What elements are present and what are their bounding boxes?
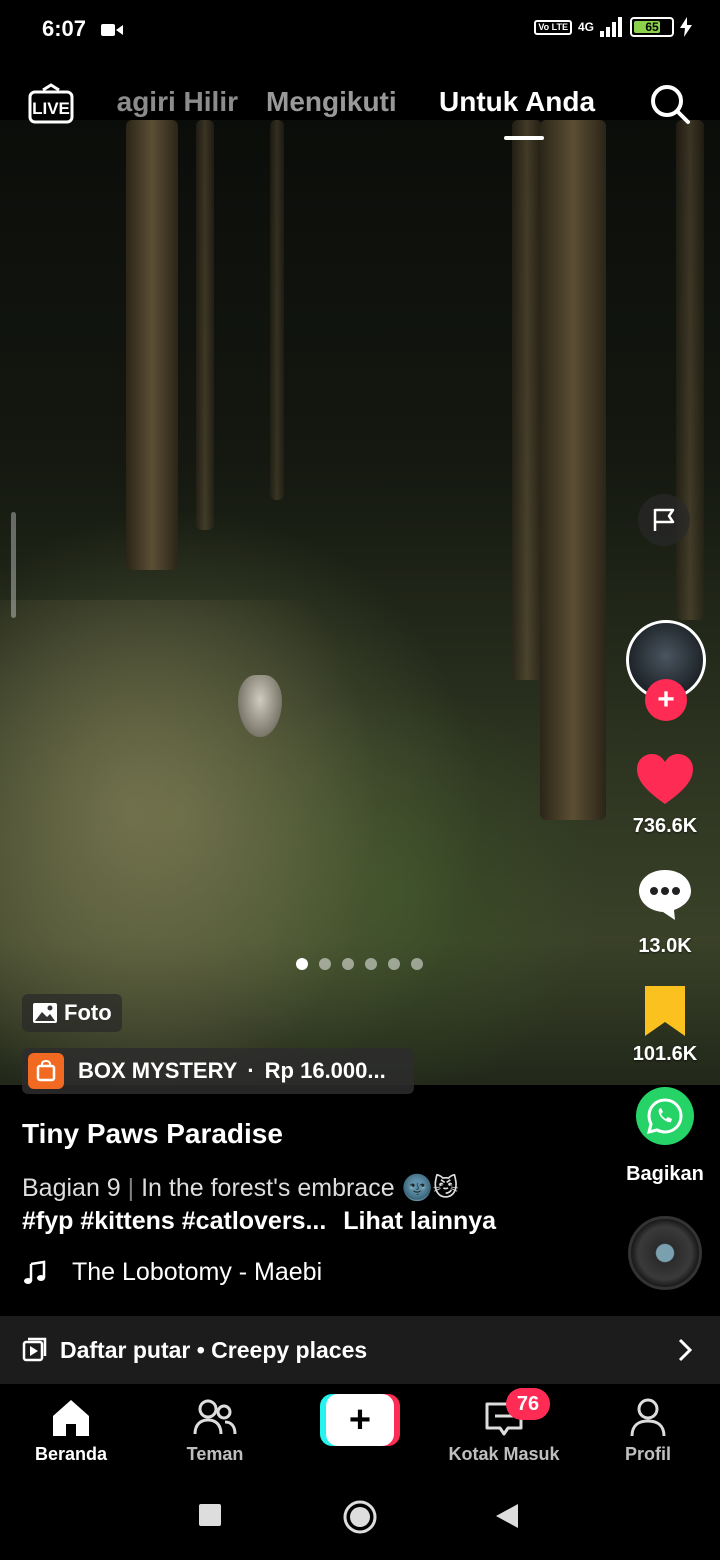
tab-following[interactable]: Mengikuti	[266, 86, 397, 118]
see-more-link[interactable]: Lihat lainnya	[343, 1207, 496, 1235]
photo-type-label: Foto	[64, 1000, 112, 1025]
charging-icon	[680, 17, 692, 37]
caption-hashtags[interactable]: #fyp #kittens #catlovers...	[22, 1207, 326, 1235]
kitten	[238, 675, 282, 737]
playlist-label: Daftar putar • Creepy places	[60, 1336, 368, 1363]
playlist-bar[interactable]: Daftar putar • Creepy places	[0, 1316, 720, 1384]
recent-apps-icon[interactable]	[199, 1504, 221, 1526]
tab-local[interactable]: agiri Hilir	[112, 86, 238, 118]
battery-icon: 65	[630, 17, 674, 37]
nav-profile-label: Profil	[624, 1444, 671, 1464]
image-icon	[33, 1003, 57, 1023]
music-info[interactable]: The Lobotomy - Maebi	[22, 1258, 322, 1287]
plus-icon: +	[326, 1394, 394, 1446]
nav-friends[interactable]: Teman	[155, 1390, 275, 1465]
shop-product-bar[interactable]: BOX MYSTERY · Rp 16.000...	[22, 1048, 414, 1094]
report-button[interactable]	[638, 494, 690, 546]
home-system-icon[interactable]	[343, 1500, 377, 1534]
live-label: LIVE	[32, 99, 70, 118]
share-whatsapp-button[interactable]	[636, 1087, 694, 1145]
comment-count: 13.0K	[638, 935, 692, 957]
tree-trunk	[270, 120, 284, 500]
caption-separator: |	[127, 1174, 135, 1202]
plus-icon: +	[657, 683, 675, 716]
tree-trunk	[126, 120, 178, 570]
caption[interactable]: Bagian 9 | In the forest's embrace 🌚😼 #f…	[22, 1172, 602, 1238]
carousel-dot	[342, 958, 354, 970]
status-time: 6:07	[42, 16, 87, 41]
shop-product-price: Rp 16.000...	[264, 1058, 386, 1083]
whatsapp-icon	[646, 1098, 683, 1135]
flag-icon	[653, 508, 675, 531]
home-icon	[53, 1400, 89, 1436]
profile-icon	[630, 1398, 666, 1437]
top-nav: LIVE agiri Hilir Mengikuti Untuk Anda	[0, 70, 720, 140]
back-icon[interactable]	[496, 1504, 518, 1528]
favorite-count: 101.6K	[632, 1043, 698, 1065]
playlist-icon	[22, 1337, 47, 1362]
carousel-dot	[411, 958, 423, 970]
like-count: 736.6K	[632, 815, 698, 837]
nav-inbox-label: Kotak Masuk	[448, 1444, 560, 1464]
carousel-dot	[319, 958, 331, 970]
photo-carousel-dots	[296, 958, 423, 970]
music-disc[interactable]	[628, 1216, 702, 1290]
bottom-nav: Beranda Teman + Kotak Masuk Profil	[0, 1384, 720, 1480]
music-title: The Lobotomy - Maebi	[72, 1258, 323, 1286]
nav-home-label: Beranda	[34, 1444, 108, 1464]
nav-home[interactable]: Beranda	[11, 1390, 131, 1465]
status-bar: 6:07 Vo LTE 4G 65	[0, 0, 720, 60]
battery-level: 65	[645, 20, 659, 34]
shop-separator: ·	[247, 1058, 255, 1083]
scroll-indicator	[11, 512, 16, 618]
shopping-bag-icon	[28, 1053, 64, 1089]
active-tab-indicator	[504, 136, 544, 140]
follow-button[interactable]: +	[645, 679, 687, 721]
tree-trunk	[540, 120, 606, 820]
nav-profile[interactable]: Profil	[588, 1390, 708, 1465]
author-name[interactable]: Tiny Paws Paradise	[22, 1118, 283, 1150]
carousel-dot	[365, 958, 377, 970]
signal-icon	[600, 17, 622, 37]
caption-part: Bagian 9	[22, 1174, 121, 1202]
tree-trunk	[676, 120, 704, 620]
tree-trunk	[196, 120, 214, 530]
photo-type-badge: Foto	[22, 994, 122, 1032]
volte-icon: Vo LTE	[534, 19, 572, 35]
system-nav-bar	[0, 1480, 720, 1560]
heart-icon[interactable]	[635, 752, 695, 808]
bookmark-icon[interactable]	[635, 984, 695, 1040]
music-note-icon	[24, 1260, 46, 1284]
inbox-badge: 76	[506, 1388, 550, 1420]
status-indicators: Vo LTE 4G 65	[534, 17, 692, 37]
carousel-dot	[388, 958, 400, 970]
comment-icon[interactable]	[635, 866, 695, 922]
nav-friends-label: Teman	[186, 1444, 244, 1464]
caption-text: In the forest's embrace 🌚😼	[141, 1174, 459, 1202]
chevron-right-icon	[678, 1338, 692, 1362]
share-label: Bagikan	[626, 1163, 704, 1185]
search-icon[interactable]	[648, 82, 692, 126]
video-camera-icon	[101, 24, 123, 36]
tree-trunk	[512, 120, 542, 680]
carousel-dot	[296, 958, 308, 970]
network-type: 4G	[577, 20, 594, 34]
shop-product-name: BOX MYSTERY	[78, 1058, 238, 1083]
tab-for-you[interactable]: Untuk Anda	[439, 86, 595, 118]
friends-icon	[193, 1399, 237, 1435]
create-button[interactable]: +	[320, 1394, 400, 1446]
live-icon[interactable]: LIVE	[28, 82, 74, 126]
